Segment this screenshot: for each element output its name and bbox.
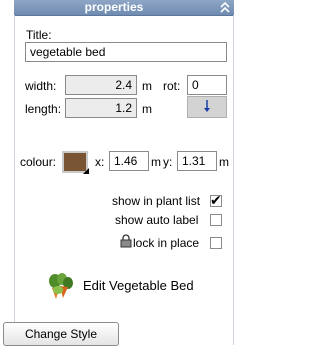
rotation-dial[interactable]	[187, 96, 227, 118]
show-auto-label-label: show auto label	[115, 213, 199, 227]
collapse-icon[interactable]	[220, 2, 230, 13]
panel-title: properties	[84, 0, 144, 14]
lock-in-place-label: lock in place	[133, 236, 200, 250]
properties-panel: properties Title: vegetable bed width: 2…	[0, 0, 249, 359]
rot-input[interactable]: 0	[187, 75, 227, 95]
check-icon: ✔	[210, 192, 222, 208]
length-label: length:	[25, 102, 62, 116]
rotation-arrow-icon	[204, 100, 210, 112]
title-label: Title:	[26, 28, 52, 42]
x-label: x:	[95, 155, 105, 169]
length-unit: m	[142, 102, 152, 116]
lock-in-place-checkbox[interactable]	[210, 237, 222, 249]
change-style-button[interactable]: Change Style	[3, 322, 119, 346]
y-input[interactable]: 1.31	[177, 151, 217, 171]
length-input[interactable]: 1.2	[65, 98, 137, 118]
show-in-plant-list-label: show in plant list	[112, 194, 201, 208]
width-input[interactable]: 2.4	[65, 75, 137, 95]
y-label: y:	[163, 155, 173, 169]
show-auto-label-checkbox[interactable]	[210, 214, 222, 226]
width-label: width:	[25, 79, 57, 93]
panel-border-left	[14, 15, 15, 345]
width-unit: m	[142, 79, 152, 93]
vegetable-icon[interactable]	[46, 272, 76, 300]
colour-label: colour:	[20, 155, 57, 169]
panel-border-right	[233, 15, 234, 345]
x-unit: m	[151, 155, 161, 169]
show-in-plant-list-checkbox[interactable]: ✔	[210, 192, 222, 208]
x-input[interactable]: 1.46	[109, 151, 149, 171]
y-unit: m	[219, 155, 229, 169]
edit-vegetable-bed-link[interactable]: Edit Vegetable Bed	[83, 278, 194, 293]
lock-icon	[120, 234, 132, 248]
swatch-dropdown-icon	[83, 168, 89, 174]
title-input[interactable]: vegetable bed	[25, 42, 227, 62]
rot-label: rot:	[163, 79, 181, 93]
panel-titlebar: properties	[14, 0, 234, 16]
